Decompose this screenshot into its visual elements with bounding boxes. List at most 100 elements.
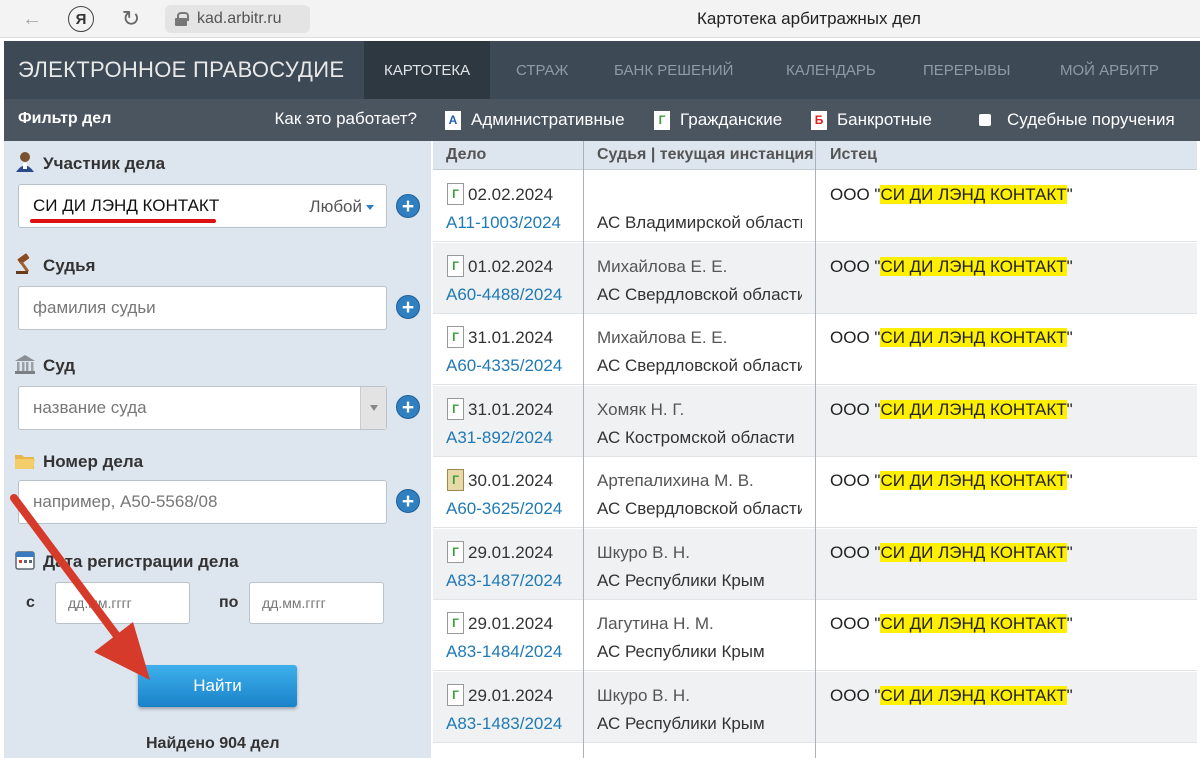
court-name: АС Республики Крым — [597, 642, 765, 661]
nav-item-moy-arbitr[interactable]: МОЙ АРБИТР — [1040, 41, 1179, 99]
lock-icon — [175, 12, 189, 26]
found-count: Найдено 904 дел — [146, 735, 280, 752]
plaintiff[interactable]: ООО "СИ ДИ ЛЭНД КОНТАКТ" — [830, 328, 1073, 348]
case-number-link[interactable]: А31-892/2024 — [446, 428, 553, 448]
red-arrow-annotation — [10, 494, 150, 680]
nav-item-calendar[interactable]: КАЛЕНДАРЬ — [766, 41, 896, 99]
how-it-works-link[interactable]: Как это работает? — [275, 109, 418, 129]
case-date: 30.01.2024 — [468, 471, 554, 490]
column-divider — [815, 141, 816, 758]
plaintiff-prefix: ООО " — [830, 614, 881, 633]
plaintiff[interactable]: ООО "СИ ДИ ЛЭНД КОНТАКТ" — [830, 256, 1073, 277]
tab-court-orders-label: Судебные поручения — [1007, 110, 1175, 129]
case-date: 29.01.2024 — [468, 614, 554, 633]
case-number-link[interactable]: А83-1487/2024 — [446, 571, 562, 591]
add-court-button[interactable]: + — [396, 395, 420, 419]
checkbox-icon[interactable] — [979, 114, 991, 126]
address-bar[interactable]: kad.arbitr.ru — [165, 5, 310, 33]
court-name: АС Свердловской области — [597, 284, 802, 304]
case-date: 31.01.2024 — [468, 399, 554, 419]
add-participant-button[interactable]: + — [396, 194, 420, 218]
date-to-label: по — [219, 594, 239, 611]
tab-administrative-label: Административные — [471, 110, 625, 129]
case-number-link[interactable]: А83-1484/2024 — [446, 642, 562, 662]
yandex-icon[interactable]: Я — [68, 6, 94, 32]
header-plaintiff[interactable]: Истец — [830, 146, 877, 164]
nav-item-strazh[interactable]: СТРАЖ — [496, 41, 588, 99]
plaintiff-name-highlight: СИ ДИ ЛЭНД КОНТАКТ — [880, 614, 1067, 633]
court-name: АС Республики Крым — [597, 570, 765, 590]
court-name: АС Владимирской области — [597, 213, 802, 232]
case-doc-icon: Г — [447, 469, 464, 491]
case-number-link[interactable]: А11-1003/2024 — [446, 213, 561, 233]
case-number-link[interactable]: А60-3625/2024 — [446, 499, 562, 519]
court-dropdown-toggle[interactable] — [360, 387, 386, 429]
judge-name: Михайлова Е. Е. — [597, 328, 728, 347]
top-navigation: ЭЛЕКТРОННОЕ ПРАВОСУДИЕ КАРТОТЕКА СТРАЖ Б… — [4, 41, 1200, 99]
judge-name: Шкуро В. Н. — [597, 685, 690, 705]
case-number-link[interactable]: А60-4488/2024 — [446, 285, 562, 305]
plaintiff[interactable]: ООО "СИ ДИ ЛЭНД КОНТАКТ" — [830, 542, 1073, 563]
plaintiff-prefix: ООО " — [830, 685, 881, 705]
case-doc-icon: Г — [447, 397, 464, 420]
site-brand[interactable]: ЭЛЕКТРОННОЕ ПРАВОСУДИЕ — [18, 57, 344, 83]
plaintiff[interactable]: ООО "СИ ДИ ЛЭНД КОНТАКТ" — [830, 614, 1073, 634]
plaintiff[interactable]: ООО "СИ ДИ ЛЭНД КОНТАКТ" — [830, 471, 1073, 491]
case-number-label: Номер дела — [43, 452, 144, 471]
court-name: АС Костромской области — [597, 427, 795, 447]
plaintiff-name-highlight: СИ ДИ ЛЭНД КОНТАКТ — [880, 399, 1067, 419]
plaintiff-name-highlight: СИ ДИ ЛЭНД КОНТАКТ — [880, 542, 1067, 562]
case-doc-icon: Г — [447, 612, 464, 634]
nav-item-pereryvy[interactable]: ПЕРЕРЫВЫ — [903, 41, 1030, 99]
case-date: 29.01.2024 — [468, 542, 554, 562]
tab-bankrupt-label: Банкротные — [837, 110, 932, 129]
case-number-link[interactable]: А83-1483/2024 — [446, 714, 562, 734]
plaintiff-suffix: " — [1066, 185, 1073, 204]
judge-name: Шкуро В. Н. — [597, 542, 690, 562]
plaintiff[interactable]: ООО "СИ ДИ ЛЭНД КОНТАКТ" — [830, 399, 1073, 420]
add-judge-button[interactable]: + — [396, 295, 420, 319]
plaintiff[interactable]: ООО "СИ ДИ ЛЭНД КОНТАКТ" — [830, 185, 1073, 205]
plaintiff-name-highlight: СИ ДИ ЛЭНД КОНТАКТ — [880, 471, 1067, 490]
date-to-placeholder: дд.мм.гггг — [262, 595, 326, 611]
tab-bankrupt[interactable]: Б Банкротные — [811, 99, 932, 141]
case-date: 01.02.2024 — [468, 256, 554, 276]
plaintiff[interactable]: ООО "СИ ДИ ЛЭНД КОНТАКТ" — [830, 685, 1073, 706]
date-to-input[interactable]: дд.мм.гггг — [249, 582, 384, 624]
plaintiff-suffix: " — [1066, 328, 1073, 347]
participant-value: СИ ДИ ЛЭНД КОНТАКТ — [33, 196, 220, 215]
case-type-bar: А Административные Г Гражданские Б Банкр… — [431, 99, 1200, 141]
court-name: АС Свердловской области — [597, 356, 802, 375]
court-label: Суд — [43, 356, 76, 375]
plaintiff-suffix: " — [1066, 256, 1073, 276]
administrative-doc-icon: А — [445, 110, 461, 130]
tab-court-orders[interactable]: Судебные поручения — [979, 99, 1175, 141]
reload-icon[interactable]: ↻ — [119, 6, 143, 31]
nav-item-kartoteka[interactable]: КАРТОТЕКА — [364, 41, 491, 99]
tab-civil[interactable]: Г Гражданские — [654, 99, 782, 141]
add-case-number-button[interactable]: + — [396, 489, 420, 513]
judge-name: Михайлова Е. Е. — [597, 256, 728, 276]
judge-input[interactable]: фамилия судьи — [18, 286, 387, 330]
tab-administrative[interactable]: А Административные — [445, 99, 625, 141]
gavel-icon — [16, 253, 30, 274]
plaintiff-suffix: " — [1066, 471, 1073, 490]
plaintiff-name-highlight: СИ ДИ ЛЭНД КОНТАКТ — [880, 256, 1067, 276]
plaintiff-suffix: " — [1066, 542, 1073, 562]
plaintiff-name-highlight: СИ ДИ ЛЭНД КОНТАКТ — [880, 185, 1067, 204]
court-input[interactable]: название суда — [18, 386, 387, 430]
case-doc-icon: Г — [447, 326, 464, 348]
nav-item-bank-resheniy[interactable]: БАНК РЕШЕНИЙ — [594, 41, 753, 99]
header-case[interactable]: Дело — [446, 146, 486, 164]
judge-name: Лагутина Н. М. — [597, 614, 714, 633]
participant-role-select[interactable]: Любой — [309, 197, 374, 217]
header-judge[interactable]: Судья | текущая инстанция — [597, 146, 819, 164]
chevron-down-icon — [366, 205, 374, 211]
case-doc-icon: Г — [447, 540, 464, 563]
case-doc-icon: Г — [447, 683, 464, 706]
plaintiff-name-highlight: СИ ДИ ЛЭНД КОНТАКТ — [880, 685, 1067, 705]
back-arrow-icon[interactable]: ← — [20, 7, 44, 31]
column-divider — [583, 141, 584, 758]
case-number-link[interactable]: А60-4335/2024 — [446, 356, 562, 376]
plaintiff-suffix: " — [1066, 614, 1073, 633]
